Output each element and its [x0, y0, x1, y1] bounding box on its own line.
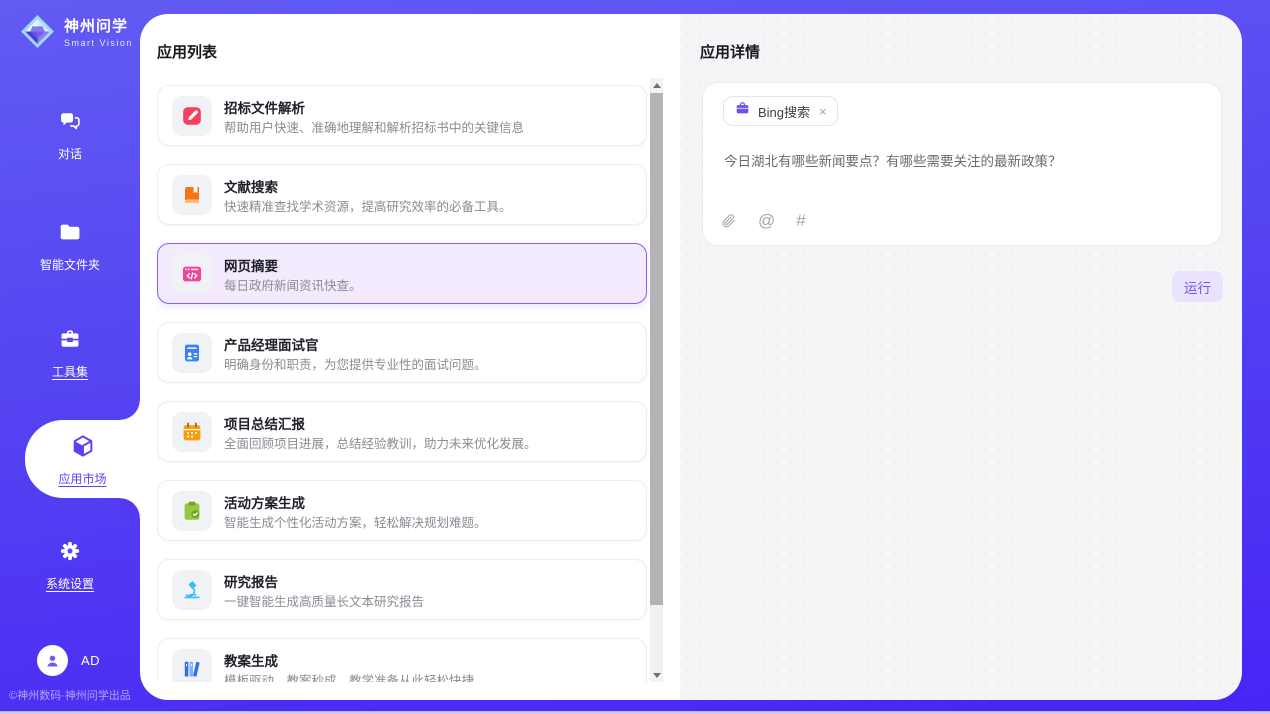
- app-card-desc: 模板驱动，教案秒成，教学准备从此轻松快捷: [224, 670, 474, 682]
- scrollbar[interactable]: [650, 78, 663, 682]
- app-list-panel: 应用列表 招标文件解析帮助用户快速、准确地理解和解析招标书中的关键信息文献搜索快…: [140, 14, 680, 700]
- app-list: 招标文件解析帮助用户快速、准确地理解和解析招标书中的关键信息文献搜索快速精准查找…: [157, 85, 649, 682]
- gear-icon: [57, 538, 83, 564]
- app-card-title: 招标文件解析: [224, 97, 305, 117]
- sidebar-item-app-market[interactable]: 应用市场: [25, 420, 140, 498]
- scroll-down-arrow[interactable]: [650, 668, 663, 682]
- clipboard-check-icon: [172, 491, 212, 531]
- brand-name: 神州问学: [64, 15, 133, 36]
- app-card[interactable]: 教案生成模板驱动，教案秒成，教学准备从此轻松快捷: [157, 638, 647, 682]
- app-card[interactable]: 网页摘要每日政府新闻资讯快查。: [157, 243, 647, 304]
- pen-square-icon: [172, 96, 212, 136]
- sidebar-item-chat[interactable]: 对话: [0, 108, 140, 162]
- app-detail-panel: 应用详情 Bing搜索 × 今日湖北有哪些新闻要点？有哪些需要关注的最新政策？: [680, 14, 1242, 700]
- tool-tag[interactable]: Bing搜索 ×: [723, 96, 838, 126]
- app-card-desc: 全面回顾项目进展，总结经验教训，助力未来优化发展。: [224, 433, 537, 452]
- app-card[interactable]: 研究报告一键智能生成高质量长文本研究报告: [157, 559, 647, 620]
- brand-logo-icon: [19, 13, 56, 50]
- app-card-desc: 智能生成个性化活动方案，轻松解决规划难题。: [224, 512, 487, 531]
- sidebar-item-label: 工具集: [0, 363, 140, 380]
- hashtag-icon[interactable]: #: [796, 212, 805, 229]
- app-detail-title: 应用详情: [700, 41, 760, 62]
- app-card-title: 产品经理面试官: [224, 334, 319, 354]
- run-button[interactable]: 运行: [1172, 271, 1223, 302]
- app-list-title: 应用列表: [157, 41, 217, 62]
- sidebar-item-toolset[interactable]: 工具集: [0, 326, 140, 380]
- app-card-title: 项目总结汇报: [224, 413, 305, 433]
- app-card-desc: 一键智能生成高质量长文本研究报告: [224, 591, 424, 610]
- avatar[interactable]: [37, 645, 68, 676]
- content-area: 应用列表 招标文件解析帮助用户快速、准确地理解和解析招标书中的关键信息文献搜索快…: [140, 14, 1242, 700]
- app-card[interactable]: 招标文件解析帮助用户快速、准确地理解和解析招标书中的关键信息: [157, 85, 647, 146]
- app-card-title: 网页摘要: [224, 255, 278, 275]
- mention-icon[interactable]: @: [758, 212, 775, 229]
- app-card-title: 文献搜索: [224, 176, 278, 196]
- app-card-title: 教案生成: [224, 650, 278, 670]
- app-card[interactable]: 活动方案生成智能生成个性化活动方案，轻松解决规划难题。: [157, 480, 647, 541]
- paperclip-icon[interactable]: [721, 213, 737, 229]
- briefcase-icon: [734, 100, 751, 122]
- prompt-input[interactable]: 今日湖北有哪些新闻要点？有哪些需要关注的最新政策？: [724, 150, 1201, 170]
- cube-icon: [70, 433, 96, 459]
- app-card[interactable]: 项目总结汇报全面回顾项目进展，总结经验教训，助力未来优化发展。: [157, 401, 647, 462]
- sidebar-item-settings[interactable]: 系统设置: [0, 538, 140, 592]
- sidebar-item-label: 智能文件夹: [0, 256, 140, 273]
- tool-tag-label: Bing搜索: [758, 102, 810, 121]
- folder-icon: [57, 219, 83, 245]
- sidebar-item-label: 对话: [0, 145, 140, 162]
- scroll-up-arrow[interactable]: [650, 78, 663, 92]
- books-icon: [172, 649, 212, 682]
- app-window: 神州问学 Smart Vision 对话智能文件夹工具集应用市场系统设置 AD …: [0, 0, 1270, 714]
- scrollbar-thumb[interactable]: [650, 93, 663, 605]
- user-name: AD: [81, 653, 100, 668]
- brand: 神州问学 Smart Vision: [19, 13, 133, 50]
- app-card-desc: 每日政府新闻资讯快查。: [224, 275, 362, 294]
- app-card-desc: 快速精准查找学术资源，提高研究效率的必备工具。: [224, 196, 512, 215]
- chat-icon: [57, 108, 83, 134]
- tool-tag-close-icon[interactable]: ×: [819, 104, 827, 119]
- prompt-toolbar: @ #: [721, 212, 806, 229]
- app-card-desc: 帮助用户快速、准确地理解和解析招标书中的关键信息: [224, 117, 524, 136]
- user-row[interactable]: AD: [37, 645, 100, 676]
- app-card-desc: 明确身份和职责，为您提供专业性的面试问题。: [224, 354, 487, 373]
- sidebar-item-label: 系统设置: [0, 575, 140, 592]
- toolbox-icon: [57, 326, 83, 352]
- sidebar-item-label: 应用市场: [25, 470, 140, 487]
- sidebar: 神州问学 Smart Vision 对话智能文件夹工具集应用市场系统设置 AD …: [0, 0, 140, 714]
- app-card[interactable]: 产品经理面试官明确身份和职责，为您提供专业性的面试问题。: [157, 322, 647, 383]
- copyright: ©神州数码·神州问学出品: [9, 687, 131, 703]
- book-icon: [172, 175, 212, 215]
- app-card[interactable]: 文献搜索快速精准查找学术资源，提高研究效率的必备工具。: [157, 164, 647, 225]
- resume-icon: [172, 333, 212, 373]
- calendar-icon: [172, 412, 212, 452]
- browser-code-icon: [172, 254, 212, 294]
- microscope-icon: [172, 570, 212, 610]
- app-card-title: 活动方案生成: [224, 492, 305, 512]
- sidebar-item-smart-folder[interactable]: 智能文件夹: [0, 219, 140, 273]
- prompt-card: Bing搜索 × 今日湖北有哪些新闻要点？有哪些需要关注的最新政策？ @ #: [702, 82, 1222, 246]
- app-card-title: 研究报告: [224, 571, 278, 591]
- brand-tagline: Smart Vision: [64, 38, 133, 48]
